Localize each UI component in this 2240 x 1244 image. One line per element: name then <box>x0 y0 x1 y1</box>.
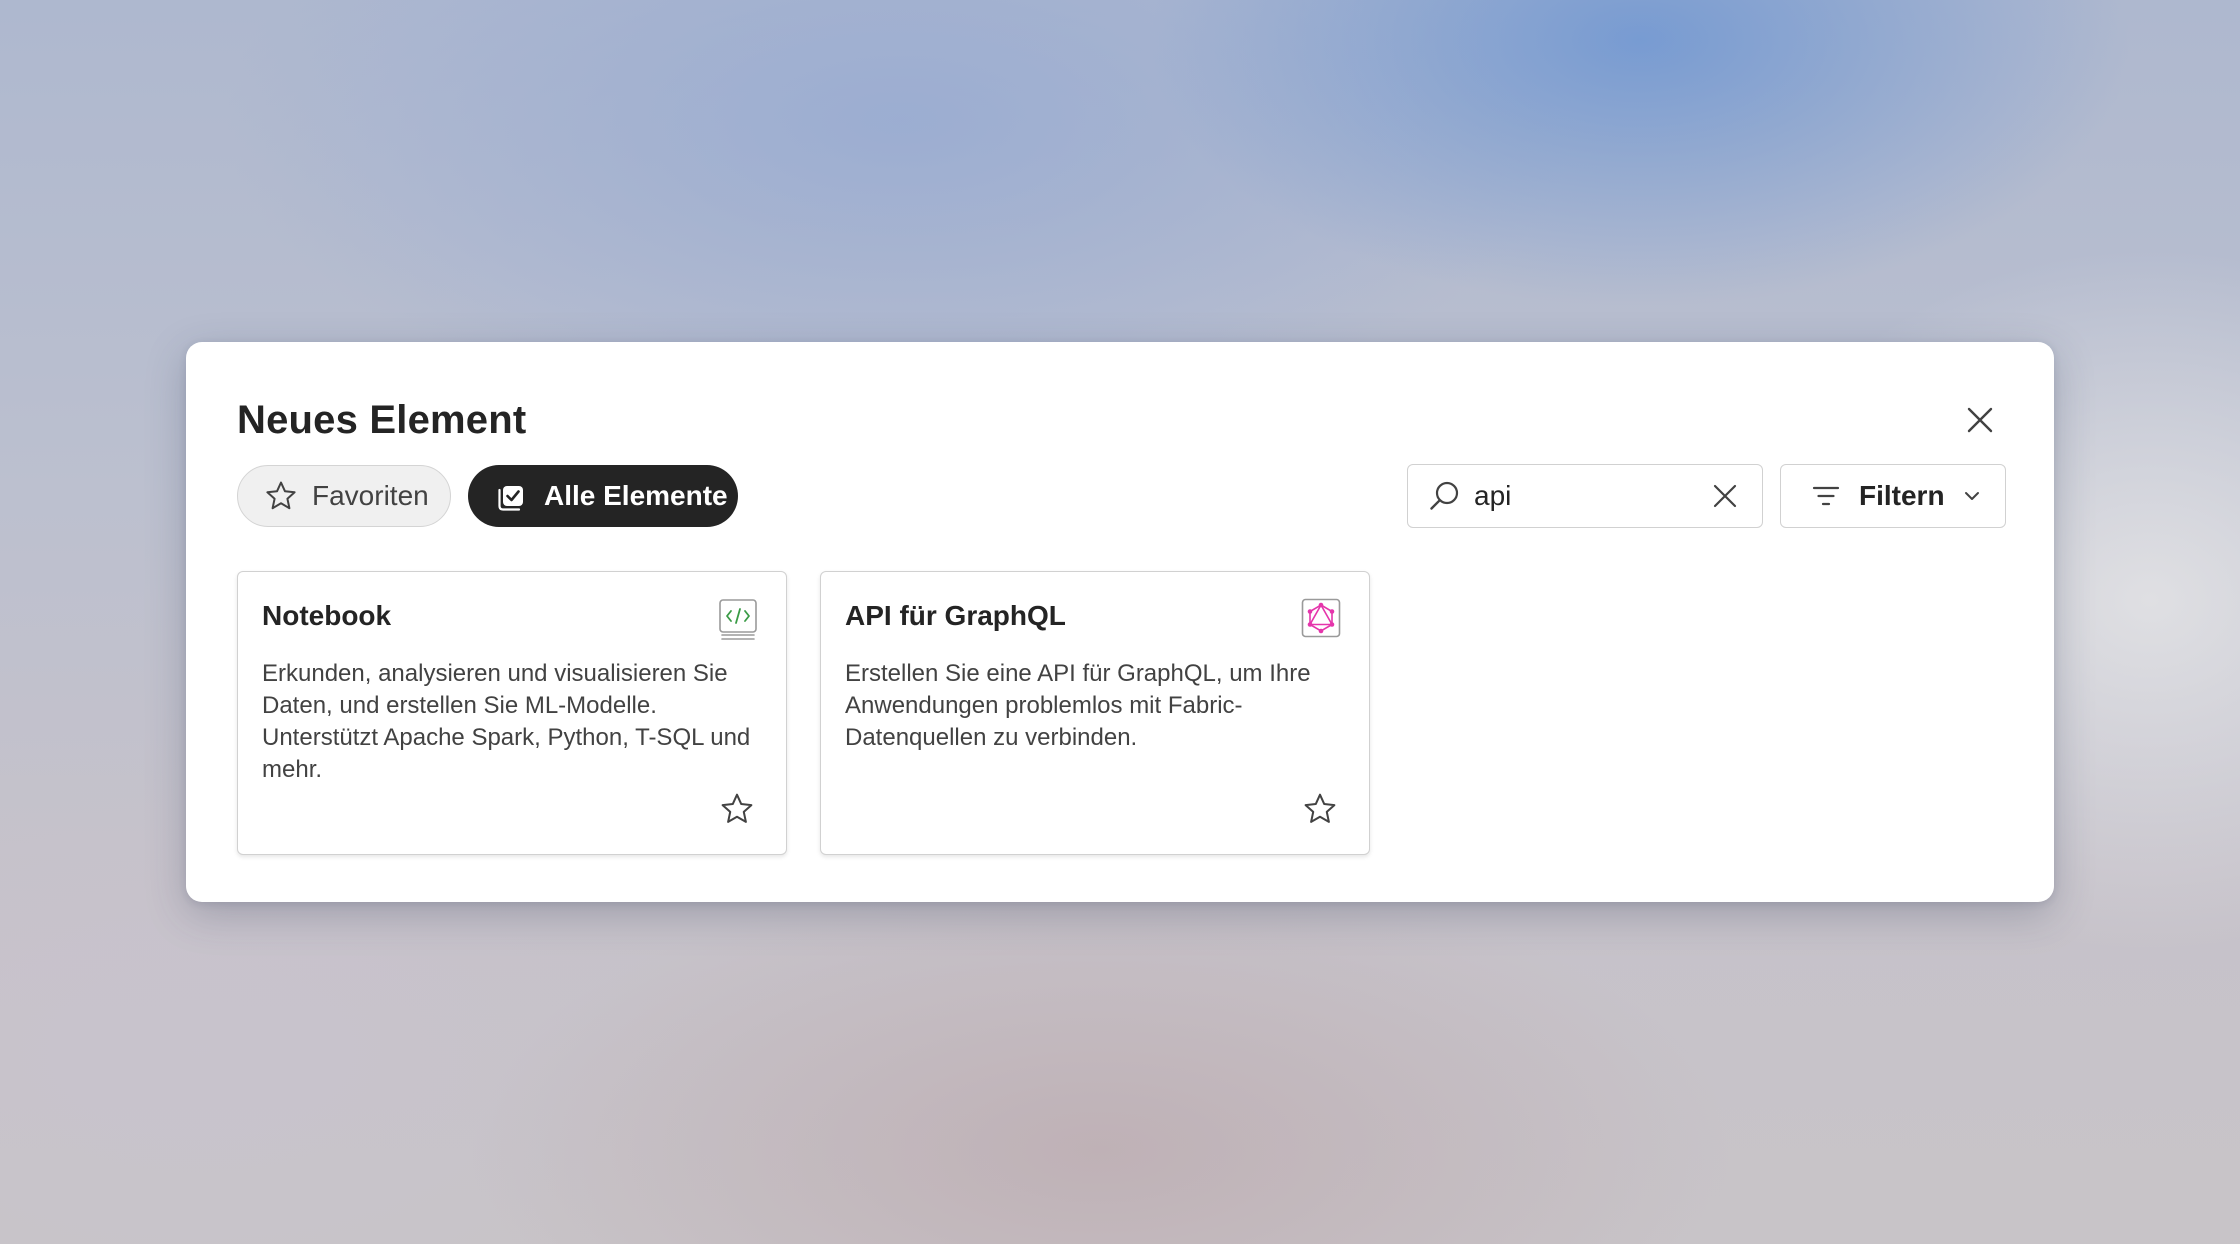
graphql-icon <box>1301 598 1341 638</box>
search-input[interactable] <box>1472 479 1696 513</box>
new-item-dialog: Neues Element Favoriten Alle Elemente ap… <box>186 342 2054 902</box>
item-card-api-graphql[interactable]: API für GraphQL Erstellen Sie eine API f… <box>820 571 1370 855</box>
close-button[interactable] <box>1962 402 1998 438</box>
notebook-icon <box>718 598 758 640</box>
close-icon <box>1967 407 1993 433</box>
filter-label: Filtern <box>1859 480 1945 511</box>
tab-alle-elemente[interactable]: Alle Elemente <box>468 465 738 527</box>
dismiss-icon <box>1713 484 1737 508</box>
tab-favoriten[interactable]: Favoriten <box>237 465 451 527</box>
card-description: Erstellen Sie eine API für GraphQL, um I… <box>845 660 1311 751</box>
dialog-title: Neues Element <box>237 398 527 442</box>
search-icon <box>1428 479 1462 513</box>
card-title: Notebook <box>262 600 392 631</box>
card-description: Erkunden, analysieren und visualisieren … <box>262 660 751 783</box>
star-icon <box>264 479 298 513</box>
item-card-notebook[interactable]: Notebook Erkunden, analysieren und visua… <box>237 571 787 855</box>
search-box[interactable] <box>1407 464 1763 528</box>
tab-alle-elemente-label: Alle Elemente <box>544 480 728 511</box>
checkbox-icon <box>496 479 530 513</box>
favorite-toggle[interactable] <box>1301 790 1339 828</box>
favorite-toggle[interactable] <box>718 790 756 828</box>
card-title: API für GraphQL <box>845 600 1066 631</box>
tab-favoriten-label: Favoriten <box>312 480 429 511</box>
star-icon <box>721 793 753 823</box>
chevron-down-icon <box>1963 487 1981 505</box>
star-icon <box>1304 793 1336 823</box>
filter-button[interactable]: Filtern <box>1780 464 2006 528</box>
clear-search-button[interactable] <box>1710 481 1740 511</box>
filter-icon <box>1811 481 1841 511</box>
